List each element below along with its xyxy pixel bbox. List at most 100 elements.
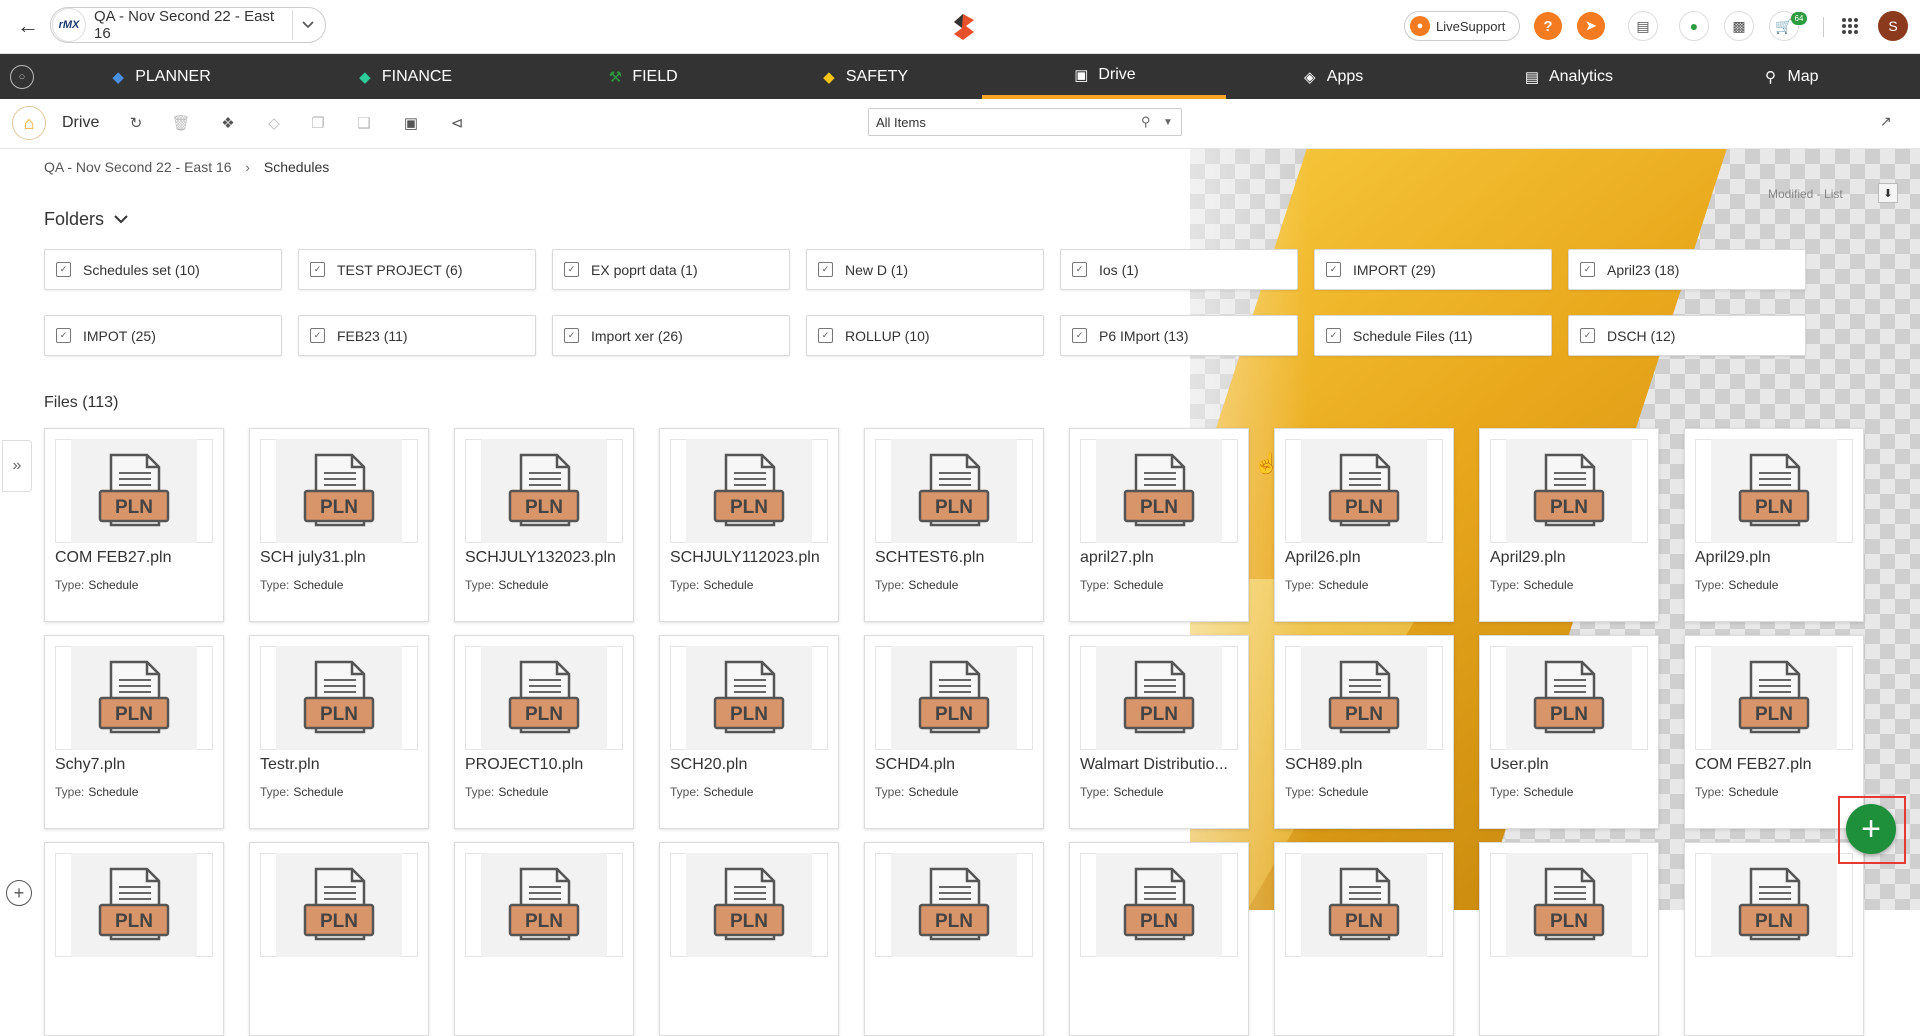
external-link-icon[interactable]: ↗ <box>1880 113 1900 133</box>
file-card[interactable]: PLN SCH89.pln Type: Schedule <box>1274 635 1454 829</box>
file-card[interactable]: PLN Testr.pln Type: Schedule <box>249 635 429 829</box>
copy-icon[interactable]: ❐ <box>308 113 328 133</box>
file-card[interactable]: PLN <box>659 842 839 1036</box>
file-card[interactable]: PLN COM FEB27.pln Type: Schedule <box>1684 635 1864 829</box>
documents-icon[interactable]: ▩ <box>1724 11 1754 41</box>
file-card[interactable]: PLN <box>44 842 224 1036</box>
drive-home-button[interactable]: ⌂ <box>12 106 46 140</box>
avatar[interactable]: S <box>1878 11 1908 41</box>
pln-file-icon: PLN <box>98 453 170 527</box>
nav-drive[interactable]: ▣ Drive <box>982 54 1226 99</box>
livesupport-button[interactable]: ● LiveSupport <box>1404 11 1520 41</box>
sort-download-icon[interactable]: ⬇ <box>1878 183 1898 203</box>
file-card[interactable]: PLN <box>1069 842 1249 1036</box>
breadcrumb-root[interactable]: QA - Nov Second 22 - East 16 <box>44 159 232 175</box>
file-type-value: Schedule <box>1523 578 1574 592</box>
file-card[interactable]: PLN April29.pln Type: Schedule <box>1684 428 1864 622</box>
add-button[interactable]: + <box>1846 804 1896 854</box>
folder-item[interactable]: ✓ EX poprt data (1) <box>552 249 790 290</box>
file-card[interactable]: PLN <box>454 842 634 1036</box>
nav-field[interactable]: ⚒ FIELD <box>520 54 764 99</box>
duplicate-icon[interactable]: ❑ <box>354 113 374 133</box>
nav-finance[interactable]: ◆ FINANCE <box>282 54 526 99</box>
filter-search[interactable]: All Items ⚲ ▼ <box>868 108 1182 136</box>
folder-item[interactable]: ✓ New D (1) <box>806 249 1044 290</box>
nav-safety[interactable]: ◆ SAFETY <box>742 54 986 99</box>
file-type-value: Schedule <box>703 578 754 592</box>
folder-item[interactable]: ✓ Schedules set (10) <box>44 249 282 290</box>
folder-label: Import xer (26) <box>591 327 683 344</box>
file-thumbnail: PLN <box>1080 646 1238 750</box>
file-card[interactable]: PLN <box>1684 842 1864 1036</box>
file-type-value: Schedule <box>498 785 549 799</box>
search-icon[interactable]: ⚲ <box>1141 114 1163 130</box>
file-card[interactable]: PLN SCHD4.pln Type: Schedule <box>864 635 1044 829</box>
chevron-down-icon[interactable] <box>292 10 322 40</box>
file-card[interactable]: PLN Walmart Distributio... Type: Schedule <box>1069 635 1249 829</box>
folder-item[interactable]: ✓ IMPOT (25) <box>44 315 282 356</box>
delete-icon[interactable]: 🗑 <box>171 113 191 133</box>
pln-file-icon: PLN <box>1328 867 1400 941</box>
folder-item[interactable]: ✓ DSCH (12) <box>1568 315 1806 356</box>
folders-header[interactable]: Folders <box>44 209 128 230</box>
file-card[interactable]: PLN Schy7.pln Type: Schedule <box>44 635 224 829</box>
sidebar-toggle-icon[interactable]: » <box>2 440 32 492</box>
folder-item[interactable]: ✓ IMPORT (29) <box>1314 249 1552 290</box>
thumbnail-bg: PLN <box>1301 646 1427 750</box>
folder-item[interactable]: ✓ April23 (18) <box>1568 249 1806 290</box>
folder-label: DSCH (12) <box>1607 327 1676 344</box>
file-card[interactable]: PLN SCHJULY132023.pln Type: Schedule <box>454 428 634 622</box>
tools-icon[interactable]: ➤ <box>1577 12 1605 40</box>
file-card[interactable]: PLN COM FEB27.pln Type: Schedule <box>44 428 224 622</box>
file-type-value: Schedule <box>1728 578 1779 592</box>
caret-down-icon[interactable]: ▼ <box>1163 117 1181 128</box>
file-card[interactable]: PLN SCH20.pln Type: Schedule <box>659 635 839 829</box>
file-icon-text: PLN <box>935 704 973 725</box>
back-arrow-icon[interactable]: ← <box>16 14 40 38</box>
divider <box>1823 17 1824 37</box>
refresh-icon[interactable]: ↻ <box>126 113 146 133</box>
tag-icon[interactable]: ◇ <box>264 113 284 133</box>
folder-item[interactable]: ✓ ROLLUP (10) <box>806 315 1044 356</box>
file-type-label: Type: <box>260 578 290 592</box>
folder-item[interactable]: ✓ FEB23 (11) <box>298 315 536 356</box>
file-card[interactable]: PLN <box>864 842 1044 1036</box>
safety-icon: ◆ <box>823 68 835 86</box>
folder-item[interactable]: ✓ P6 IMport (13) <box>1060 315 1298 356</box>
move-icon[interactable]: ❖ <box>218 113 238 133</box>
file-type-value: Schedule <box>908 578 959 592</box>
notes-icon[interactable]: ▤ <box>1628 11 1658 41</box>
home-icon[interactable]: ○ <box>10 65 34 89</box>
nav-map[interactable]: ⚲ Map <box>1668 54 1912 99</box>
file-type-label: Type: <box>1285 785 1315 799</box>
file-card[interactable]: PLN <box>1479 842 1659 1036</box>
folder-item[interactable]: ✓ Import xer (26) <box>552 315 790 356</box>
file-card[interactable]: PLN SCHTEST6.pln Type: Schedule <box>864 428 1044 622</box>
pln-file-icon: PLN <box>1533 867 1605 941</box>
file-card[interactable]: PLN April26.pln Type: Schedule <box>1274 428 1454 622</box>
files-header: Files (113) <box>44 394 119 411</box>
file-card[interactable]: PLN <box>1274 842 1454 1036</box>
file-type: Type: Schedule <box>260 578 343 592</box>
file-card[interactable]: PLN SCH july31.pln Type: Schedule <box>249 428 429 622</box>
project-selector[interactable]: rMX QA - Nov Second 22 - East 16 <box>50 7 326 43</box>
file-card[interactable]: PLN april27.pln Type: Schedule <box>1069 428 1249 622</box>
share-icon[interactable]: ⊲ <box>447 113 467 133</box>
grid-menu-icon[interactable] <box>1841 17 1859 35</box>
file-card[interactable]: PLN User.pln Type: Schedule <box>1479 635 1659 829</box>
nav-analytics[interactable]: ▤ Analytics <box>1446 54 1690 99</box>
folder-item[interactable]: ✓ Ios (1) <box>1060 249 1298 290</box>
file-card[interactable]: PLN <box>249 842 429 1036</box>
zoom-in-icon[interactable]: + <box>6 880 32 906</box>
folder-item[interactable]: ✓ TEST PROJECT (6) <box>298 249 536 290</box>
file-card[interactable]: PLN SCHJULY112023.pln Type: Schedule <box>659 428 839 622</box>
livesupport-icon: ● <box>1410 16 1430 36</box>
team-icon[interactable]: ● <box>1679 11 1709 41</box>
file-card[interactable]: PLN April29.pln Type: Schedule <box>1479 428 1659 622</box>
folder-item[interactable]: ✓ Schedule Files (11) <box>1314 315 1552 356</box>
help-button[interactable]: ? <box>1534 12 1562 40</box>
nav-apps[interactable]: ◈ Apps <box>1210 54 1454 99</box>
file-card[interactable]: PLN PROJECT10.pln Type: Schedule <box>454 635 634 829</box>
camera-icon[interactable]: ▣ <box>401 113 421 133</box>
nav-planner[interactable]: ◆ PLANNER <box>38 54 282 99</box>
